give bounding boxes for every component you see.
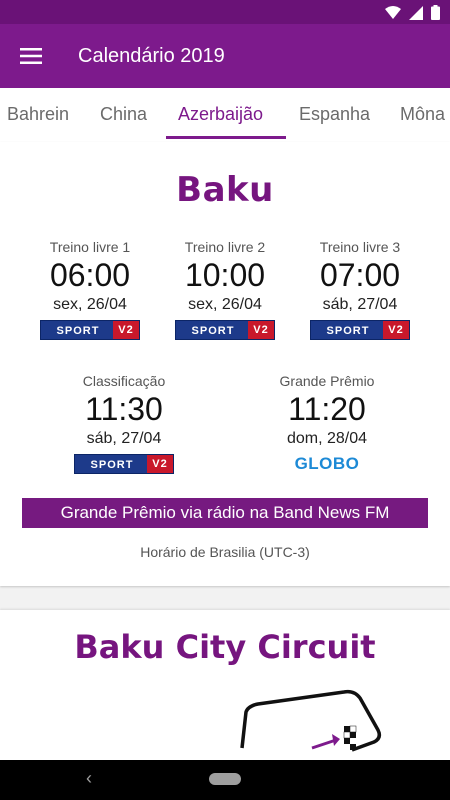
- country-tabs: Bahrein China Azerbaijão Espanha Môna: [0, 88, 450, 142]
- sportv2-logo: SPORT V2: [40, 320, 140, 340]
- session-date: sáb, 27/04: [322, 296, 398, 313]
- back-icon[interactable]: ‹: [86, 768, 92, 789]
- tab-azerbaijao[interactable]: Azerbaijão: [178, 88, 263, 142]
- sportv2-logo: SPORT V2: [74, 454, 174, 474]
- app-title: Calendário 2019: [78, 44, 225, 67]
- wifi-icon: [385, 6, 401, 19]
- sportv2-logo: SPORT V2: [310, 320, 410, 340]
- session-label: Grande Prêmio: [279, 373, 375, 389]
- circuit-card: Baku City Circuit: [0, 610, 450, 760]
- direction-arrow: [311, 738, 337, 750]
- menu-button[interactable]: [0, 24, 62, 88]
- session-time: 07:00: [319, 257, 401, 293]
- tab-espanha[interactable]: Espanha: [299, 88, 370, 142]
- active-tab-indicator: [166, 136, 286, 139]
- start-finish-flag: [343, 725, 357, 750]
- session-grand-prix: Grande Prêmio 11:20 dom, 28/04 GLOBO: [259, 372, 395, 474]
- signal-icon: [409, 5, 423, 20]
- track-map: [240, 689, 382, 752]
- session-time: 10:00: [184, 257, 266, 293]
- circuit-title: Baku City Circuit: [74, 628, 376, 666]
- session-fp2: Treino livre 2 10:00 sex, 26/04 SPORT V2: [157, 238, 293, 340]
- session-label: Treino livre 1: [49, 239, 131, 255]
- sportv2-logo: SPORT V2: [175, 320, 275, 340]
- session-time: 06:00: [49, 257, 131, 293]
- tab-bahrein[interactable]: Bahrein: [7, 88, 69, 142]
- session-date: dom, 28/04: [286, 430, 368, 447]
- timezone-note: Horário de Brasilia (UTC-3): [140, 544, 310, 560]
- session-date: sex, 26/04: [188, 296, 262, 313]
- tab-china[interactable]: China: [100, 88, 147, 142]
- home-pill-icon[interactable]: [209, 773, 241, 785]
- radio-banner[interactable]: Grande Prêmio via rádio na Band News FM: [22, 498, 428, 528]
- globo-logo: GLOBO: [294, 454, 360, 473]
- session-date: sex, 26/04: [53, 296, 127, 313]
- session-time: 11:30: [85, 391, 163, 427]
- session-fp3: Treino livre 3 07:00 sáb, 27/04 SPORT V2: [292, 238, 428, 340]
- session-qualifying: Classificação 11:30 sáb, 27/04 SPORT V2: [56, 372, 192, 474]
- app-bar: Calendário 2019: [0, 24, 450, 88]
- race-schedule-card: Baku Treino livre 1 06:00 sex, 26/04 SPO…: [0, 142, 450, 586]
- session-label: Classificação: [82, 373, 166, 389]
- session-fp1: Treino livre 1 06:00 sex, 26/04 SPORT V2: [22, 238, 158, 340]
- hamburger-menu-icon: [20, 48, 42, 64]
- battery-icon: [431, 5, 440, 20]
- tab-monaco[interactable]: Môna: [400, 88, 445, 142]
- session-date: sáb, 27/04: [86, 430, 162, 447]
- session-label: Treino livre 3: [319, 239, 401, 255]
- session-time: 11:20: [288, 391, 366, 427]
- session-label: Treino livre 2: [184, 239, 266, 255]
- status-bar: [0, 0, 450, 24]
- city-title: Baku: [176, 170, 274, 210]
